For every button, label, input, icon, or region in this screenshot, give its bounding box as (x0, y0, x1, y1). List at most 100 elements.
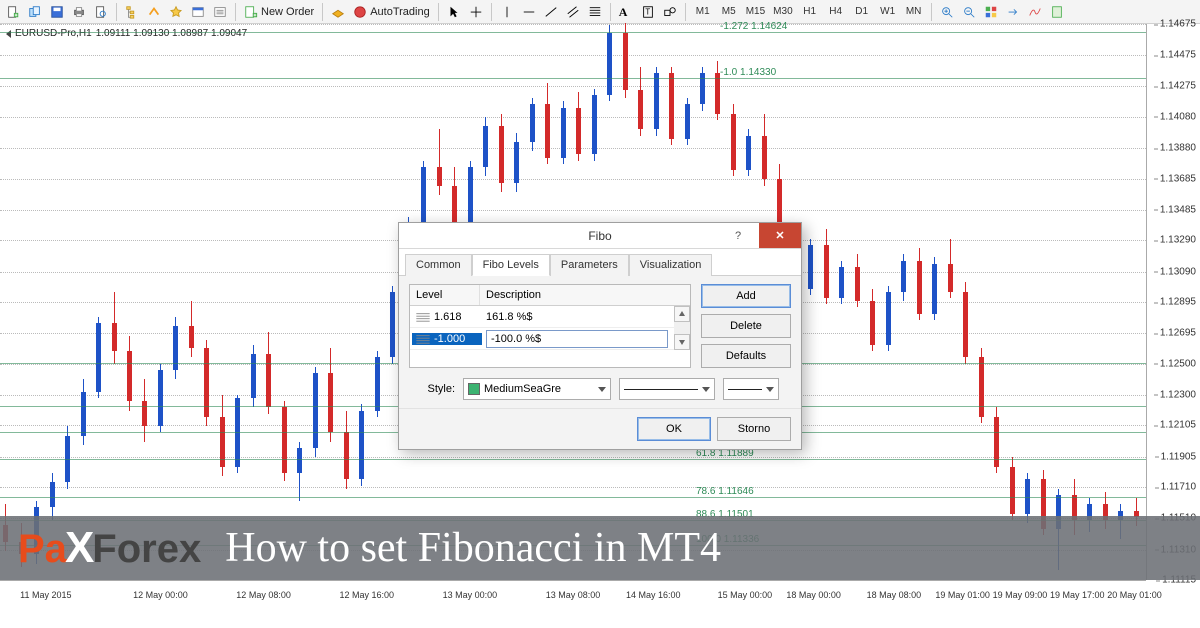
crosshair-icon (469, 5, 483, 19)
label-button[interactable]: T (637, 2, 659, 22)
level-value-cell[interactable]: -1.000 (412, 333, 482, 345)
channel-button[interactable] (562, 2, 584, 22)
price-tick: 1.12500 (1160, 358, 1196, 369)
new-order-button[interactable]: New Order (240, 2, 318, 22)
crosshair-button[interactable] (465, 2, 487, 22)
play-icon (353, 5, 367, 19)
style-label: Style: (409, 383, 455, 395)
scroll-up-icon[interactable] (674, 306, 690, 322)
preview-button[interactable] (90, 2, 112, 22)
trendline-button[interactable] (540, 2, 562, 22)
timeframe-m15[interactable]: M15 (742, 2, 769, 22)
col-level-header[interactable]: Level (410, 285, 480, 305)
col-desc-header[interactable]: Description (480, 285, 690, 305)
strategy-button[interactable] (165, 2, 187, 22)
timeframe-w1[interactable]: W1 (875, 2, 901, 22)
timeframe-m5[interactable]: M5 (716, 2, 742, 22)
add-button[interactable]: Add (701, 284, 791, 308)
separator (116, 3, 117, 21)
chart-area[interactable]: EURUSD-Pro,H1 1.09111 1.09130 1.08987 1.… (0, 24, 1200, 604)
timeframe-d1[interactable]: D1 (849, 2, 875, 22)
cancel-button[interactable]: Storno (717, 417, 791, 441)
printer-icon (72, 5, 86, 19)
timeframe-m30[interactable]: M30 (769, 2, 796, 22)
shift-button[interactable] (1002, 2, 1024, 22)
window-icon (191, 5, 205, 19)
time-label: 19 May 09:00 (993, 590, 1048, 600)
dialog-titlebar[interactable]: Fibo ? ✕ (399, 223, 801, 249)
autotrading-button[interactable]: AutoTrading (349, 2, 434, 22)
print-button[interactable] (68, 2, 90, 22)
style-row: Style: MediumSeaGre (399, 378, 801, 408)
hline-button[interactable] (518, 2, 540, 22)
close-button[interactable]: ✕ (759, 223, 801, 248)
chart-windows-button[interactable] (980, 2, 1002, 22)
level-desc-cell[interactable]: 161.8 %$ (482, 311, 672, 323)
level-desc-input[interactable] (486, 330, 668, 348)
question-icon: ? (735, 230, 741, 242)
tab-parameters[interactable]: Parameters (550, 254, 629, 276)
terminal-button[interactable] (187, 2, 209, 22)
timeframe-mn[interactable]: MN (901, 2, 927, 22)
folder-button[interactable] (24, 2, 46, 22)
fib-line[interactable] (0, 78, 1146, 79)
tab-visualization[interactable]: Visualization (629, 254, 713, 276)
line-width-select[interactable] (723, 378, 779, 400)
timeframe-h1[interactable]: H1 (797, 2, 823, 22)
help-button[interactable]: ? (717, 223, 759, 248)
tab-common[interactable]: Common (405, 254, 472, 276)
expert-button[interactable] (327, 2, 349, 22)
level-row[interactable]: 1.618161.8 %$ (410, 306, 674, 328)
zoom-out-button[interactable] (958, 2, 980, 22)
new-file-button[interactable] (2, 2, 24, 22)
level-row[interactable]: -1.000 (410, 328, 674, 350)
close-icon: ✕ (775, 229, 784, 242)
hat-icon (331, 5, 345, 19)
timeframe-m1[interactable]: M1 (690, 2, 716, 22)
price-tick: 1.12895 (1160, 297, 1196, 308)
color-select[interactable]: MediumSeaGre (463, 378, 611, 400)
nav-panel-button[interactable] (121, 2, 143, 22)
line-style-select[interactable] (619, 378, 715, 400)
fibo-button[interactable] (584, 2, 606, 22)
level-value-cell[interactable]: 1.618 (412, 311, 482, 323)
zoom-in-button[interactable] (936, 2, 958, 22)
price-tick: 1.13880 (1160, 143, 1196, 154)
cursor-icon (447, 5, 461, 19)
text-button[interactable]: A (615, 2, 637, 22)
price-tick: 1.14080 (1160, 111, 1196, 122)
price-axis: 1.146751.144751.142751.140801.138801.136… (1146, 24, 1200, 580)
price-tick: 1.12695 (1160, 328, 1196, 339)
vline-button[interactable] (496, 2, 518, 22)
fib-line[interactable] (0, 32, 1146, 33)
dialog-tabs: CommonFibo LevelsParametersVisualization (399, 249, 801, 276)
time-label: 11 May 2015 (20, 590, 71, 600)
defaults-button[interactable]: Defaults (701, 344, 791, 368)
main-toolbar: New Order AutoTrading A T M1M5M15M30H1H4… (0, 0, 1200, 24)
history-button[interactable] (209, 2, 231, 22)
fib-line[interactable] (0, 497, 1146, 498)
trendline-icon (544, 5, 558, 19)
level-value: -1.000 (434, 333, 465, 345)
level-desc-cell[interactable] (482, 330, 672, 348)
price-tick: 1.11710 (1161, 482, 1196, 493)
time-label: 19 May 17:00 (1050, 590, 1105, 600)
line-thin-icon (728, 389, 762, 390)
color-swatch (468, 383, 480, 395)
cursor-button[interactable] (443, 2, 465, 22)
tab-fibo-levels[interactable]: Fibo Levels (472, 254, 550, 276)
price-tick: 1.13685 (1160, 173, 1196, 184)
ok-button[interactable]: OK (637, 417, 711, 441)
levels-scrollbar[interactable] (674, 306, 690, 350)
delete-button[interactable]: Delete (701, 314, 791, 338)
templates-button[interactable] (1046, 2, 1068, 22)
scroll-down-icon[interactable] (674, 334, 690, 350)
data-button[interactable] (143, 2, 165, 22)
price-tick: 1.14675 (1160, 19, 1196, 30)
save-button[interactable] (46, 2, 68, 22)
timeframe-h4[interactable]: H4 (823, 2, 849, 22)
indicators-button[interactable] (1024, 2, 1046, 22)
fib-line[interactable] (0, 459, 1146, 460)
objects-button[interactable] (659, 2, 681, 22)
windows-icon (984, 5, 998, 19)
